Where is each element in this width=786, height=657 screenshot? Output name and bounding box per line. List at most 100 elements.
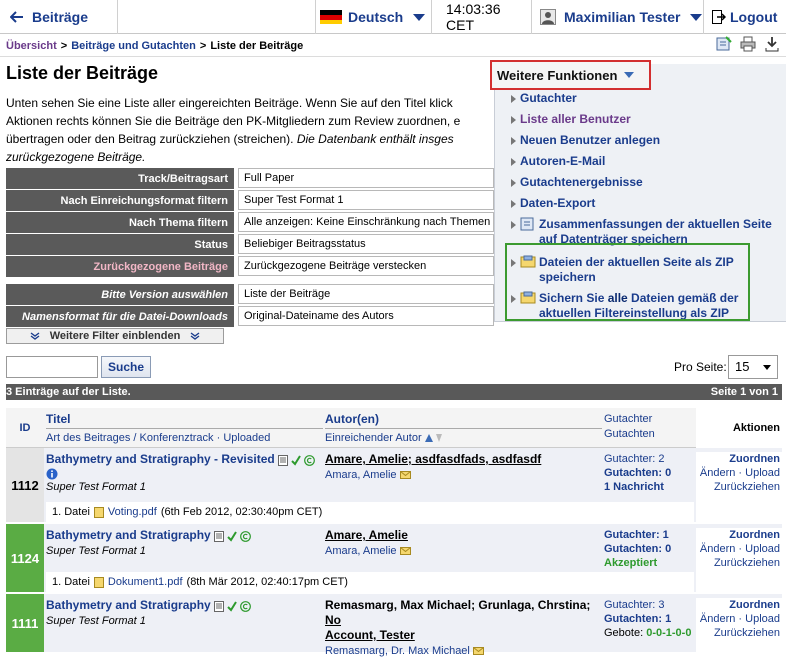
- filter-label-version: Bitte Version auswählen: [6, 284, 234, 306]
- header-author-sub: Einreichender Autor: [325, 432, 602, 444]
- breadcrumb-reviews[interactable]: Beiträge und Gutachten: [71, 40, 196, 52]
- per-page-select[interactable]: 15: [728, 355, 778, 379]
- menu-item-review-results[interactable]: Gutachtenergebnisse: [511, 175, 783, 190]
- abstract-icon[interactable]: [213, 530, 224, 542]
- menu-item-label: Gutachter: [520, 91, 577, 105]
- intro-line: Unten sehen Sie eine Liste aller eingere…: [6, 96, 453, 110]
- file-date: (8th Mär 2012, 02:40:17pm CET): [186, 576, 348, 588]
- clock: 14:03:36 CET: [432, 0, 532, 34]
- assign-link[interactable]: Zuordnen: [696, 598, 780, 612]
- menu-item-reviewers[interactable]: Gutachter: [511, 91, 783, 106]
- clock-time: 14:03:36 CET: [446, 1, 501, 33]
- table-row: 1111 Bathymetry and Stratigraphy Super T…: [6, 594, 782, 657]
- bullet-icon: [511, 137, 516, 145]
- sort-title[interactable]: Titel: [46, 412, 323, 429]
- message-count[interactable]: 1 Nachricht: [604, 480, 694, 494]
- edit-link[interactable]: Ändern: [700, 467, 735, 479]
- sort-author[interactable]: Autor(en): [325, 412, 602, 429]
- logout-label: Logout: [730, 9, 778, 25]
- checkmark-icon: [227, 531, 237, 542]
- file-link[interactable]: Dokument1.pdf: [108, 576, 183, 588]
- back-arrow-icon: [10, 11, 24, 23]
- more-filters-button[interactable]: Weitere Filter einblenden: [6, 328, 224, 344]
- sort-reviewers[interactable]: Gutachter: [604, 412, 694, 427]
- review-count[interactable]: Gutachten: 1: [604, 612, 694, 626]
- abstract-icon[interactable]: [213, 600, 224, 612]
- reviewer-count[interactable]: Gutachter: 2: [604, 452, 694, 466]
- sort-reviews[interactable]: Gutachten: [604, 427, 694, 442]
- language-selector[interactable]: Deutsch: [315, 0, 432, 34]
- withdraw-link[interactable]: Zurückziehen: [696, 480, 780, 494]
- search-input[interactable]: [6, 356, 98, 378]
- notes-icon[interactable]: [716, 36, 732, 52]
- paper-format: Super Test Format 1: [46, 615, 146, 627]
- user-menu[interactable]: Maximilian Tester: [532, 0, 704, 34]
- withdraw-link[interactable]: Zurückziehen: [696, 556, 780, 570]
- menu-item-new-user[interactable]: Neuen Benutzer anlegen: [511, 133, 783, 148]
- print-icon[interactable]: [740, 36, 756, 52]
- sort-submitter[interactable]: Einreichender Autor: [325, 432, 422, 444]
- assign-link[interactable]: Zuordnen: [696, 528, 780, 542]
- submitter-link[interactable]: Remasmarg, Dr. Max Michael: [325, 645, 470, 657]
- filter-select-status[interactable]: Beliebiger Beitragsstatus: [238, 234, 494, 254]
- withdraw-link[interactable]: Zurückziehen: [696, 626, 780, 640]
- sort-track[interactable]: Art des Beitrages / Konferenztrack: [46, 432, 214, 444]
- table-row: 1112 Bathymetry and Stratigraphy - Revis…: [6, 448, 782, 524]
- abstract-icon[interactable]: [277, 454, 288, 466]
- column-header-id[interactable]: ID: [6, 408, 44, 448]
- mail-icon[interactable]: [472, 647, 484, 655]
- paper-title-link[interactable]: Bathymetry and Stratigraphy - Revisited: [46, 452, 275, 466]
- mail-icon[interactable]: [399, 471, 411, 479]
- more-functions-button[interactable]: Weitere Funktionen: [490, 60, 651, 90]
- page-indicator: Seite 1 von 1: [710, 386, 778, 398]
- menu-item-label: Gutachtenergebnisse: [520, 175, 643, 189]
- menu-item-author-email[interactable]: Autoren-E-Mail: [511, 154, 783, 169]
- menu-item-label: Neuen Benutzer anlegen: [520, 133, 661, 147]
- document-save-icon: [520, 217, 534, 231]
- filter-row: Nach Thema filtern Alle anzeigen: Keine …: [6, 212, 494, 234]
- submitter-link[interactable]: Amara, Amelie: [325, 545, 397, 557]
- paper-title-link[interactable]: Bathymetry and Stratigraphy: [46, 598, 211, 612]
- filter-label-status: Status: [6, 234, 234, 256]
- search-button[interactable]: Suche: [101, 356, 151, 378]
- checkmark-icon: [227, 601, 237, 612]
- assign-link[interactable]: Zuordnen: [696, 452, 780, 466]
- paper-title-link[interactable]: Bathymetry and Stratigraphy: [46, 528, 211, 542]
- sort-asc-icon[interactable]: [424, 434, 433, 442]
- breadcrumb-overview[interactable]: Übersicht: [6, 40, 57, 52]
- mail-icon[interactable]: [399, 547, 411, 555]
- sort-desc-icon[interactable]: [435, 434, 442, 442]
- upload-link[interactable]: Upload: [745, 543, 780, 555]
- filter-select-track[interactable]: Full Paper: [238, 168, 494, 188]
- menu-item-data-export[interactable]: Daten-Export: [511, 196, 783, 211]
- row-review-cell: Gutachter: 2 Gutachten: 0 1 Nachricht: [604, 452, 694, 494]
- bullet-icon: [511, 158, 516, 166]
- logout-button[interactable]: Logout: [704, 0, 786, 34]
- edit-link[interactable]: Ändern: [700, 613, 735, 625]
- filter-select-topic[interactable]: Alle anzeigen: Keine Einschränkung nach …: [238, 212, 494, 232]
- reviewer-count[interactable]: Gutachter: 1: [604, 528, 694, 542]
- review-count[interactable]: Gutachten: 0: [604, 466, 694, 480]
- row-review-cell: Gutachter: 1 Gutachten: 0 Akzeptiert: [604, 528, 694, 570]
- file-link[interactable]: Voting.pdf: [108, 506, 157, 518]
- filter-select-format[interactable]: Super Test Format 1: [238, 190, 494, 210]
- author-list: Remasmarg, Max Michael; Grunlaga, Chrsti…: [325, 598, 602, 643]
- review-count[interactable]: Gutachten: 0: [604, 542, 694, 556]
- row-title-cell: Bathymetry and Stratigraphy - Revisited …: [46, 452, 323, 493]
- filter-select-withdrawn[interactable]: Zurückgezogene Beiträge verstecken: [238, 256, 494, 276]
- edit-link[interactable]: Ändern: [700, 543, 735, 555]
- upload-link[interactable]: Upload: [745, 467, 780, 479]
- reviewer-count[interactable]: Gutachter: 3: [604, 598, 694, 612]
- download-icon[interactable]: [764, 36, 780, 52]
- upload-link[interactable]: Upload: [745, 613, 780, 625]
- menu-item-all-users[interactable]: Liste aller Benutzer: [511, 112, 783, 127]
- sort-uploaded[interactable]: Uploaded: [223, 432, 270, 444]
- filter-select-version[interactable]: Liste der Beiträge: [238, 284, 494, 304]
- filter-select-filename[interactable]: Original-Dateiname des Autors: [238, 306, 494, 326]
- info-icon[interactable]: [46, 468, 323, 480]
- status-accepted: Akzeptiert: [604, 557, 658, 569]
- back-button[interactable]: Beiträge: [0, 0, 118, 34]
- submitter-link[interactable]: Amara, Amelie: [325, 469, 397, 481]
- intro-line: zurückgezogene Beiträge.: [6, 150, 146, 164]
- copyright-icon: [304, 454, 315, 466]
